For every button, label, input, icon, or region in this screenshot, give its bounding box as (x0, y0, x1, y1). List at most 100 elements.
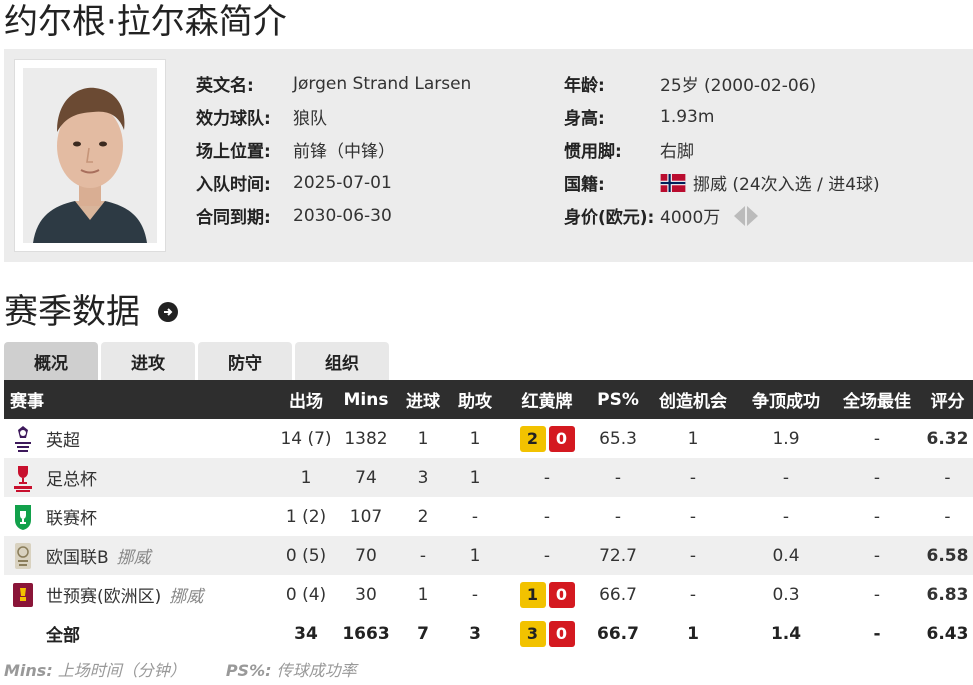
col-header: PS% (590, 380, 646, 419)
arrow-circle-right-icon[interactable] (158, 302, 178, 322)
info-label: 英文名: (196, 76, 254, 96)
cards-cell: - (543, 506, 551, 527)
info-label: 入队时间: (196, 175, 271, 195)
chances-cell: - (646, 536, 740, 575)
comp-name[interactable]: 欧国联B (46, 543, 109, 568)
rating-cell: 6.32 (926, 428, 969, 449)
col-header: 出场 (280, 380, 332, 419)
info-foot: 惯用脚: 右脚 (564, 133, 964, 166)
ps-cell: 66.7 (599, 584, 637, 605)
tab-organization[interactable]: 组织 (295, 342, 389, 380)
chances-cell: 1 (687, 623, 699, 644)
info-value: 1.93m (660, 106, 715, 127)
assists-cell: 3 (469, 623, 481, 644)
motm-cell: - (873, 584, 881, 605)
info-value[interactable]: 狼队 (293, 104, 327, 129)
aerials-cell: 1.4 (770, 623, 802, 644)
ps-cell: 65.3 (599, 428, 637, 449)
goals-cell: - (400, 536, 446, 575)
comp-name[interactable]: 世预赛(欧洲区) (46, 582, 161, 607)
player-photo-frame (14, 59, 166, 252)
apps-cell: 14 (7) (280, 428, 332, 449)
player-photo-image (23, 68, 157, 243)
motm-cell: - (873, 506, 881, 527)
cards-cell: 20 (504, 419, 590, 458)
nations-league-logo-icon (12, 541, 34, 571)
tab-overview[interactable]: 概况 (4, 342, 98, 380)
rating-cell: - (922, 458, 973, 497)
profile-info-left: 英文名: Jørgen Strand Larsen 效力球队: 狼队 场上位置:… (196, 67, 546, 232)
yellow-card-badge: 2 (519, 425, 546, 452)
comp-name[interactable]: 联赛杯 (46, 504, 97, 529)
info-label: 惯用脚: (564, 142, 622, 162)
season-stats-title: 赛季数据 (4, 290, 178, 334)
info-label: 身高: (564, 109, 605, 129)
comp-name[interactable]: 足总杯 (46, 465, 97, 490)
rating-cell: 6.43 (926, 623, 969, 644)
comp-team: 挪威 (169, 587, 204, 607)
arrow-left-icon (734, 205, 746, 226)
info-contract-end: 合同到期: 2030-06-30 (196, 199, 546, 232)
goals-cell: 2 (417, 506, 429, 527)
fa-cup-logo-icon (12, 463, 34, 493)
value-trend-icon[interactable] (734, 205, 759, 226)
profile-info-right: 年龄: 25岁 (2000-02-06) 身高: 1.93m 惯用脚: 右脚 国… (564, 67, 964, 232)
aerials-cell: - (740, 458, 832, 497)
premier-league-logo-icon (12, 424, 34, 454)
stats-tabs: 概况 进攻 防守 组织 (4, 342, 392, 380)
info-value: 右脚 (660, 142, 694, 162)
yellow-card-badge: 3 (519, 620, 546, 647)
motm-cell: - (832, 536, 922, 575)
comp-cell: 联赛杯 (4, 497, 280, 536)
goals-cell: 1 (417, 428, 429, 449)
aerials-cell: - (782, 506, 790, 527)
comp-logo-spacer (12, 619, 34, 649)
col-header: Mins (332, 380, 400, 419)
red-card-badge: 0 (548, 581, 575, 608)
info-value: Jørgen Strand Larsen (293, 73, 472, 94)
cards-cell: 10 (504, 575, 590, 614)
motm-cell: - (832, 458, 922, 497)
ps-cell: 72.7 (590, 536, 646, 575)
info-label: 合同到期: (196, 208, 271, 228)
col-header: 进球 (400, 380, 446, 419)
apps-cell: 0 (4) (285, 584, 327, 605)
comp-cell: 英超 (4, 419, 280, 458)
footnote-mins-desc: 上场时间（分钟） (52, 661, 186, 680)
tab-attack[interactable]: 进攻 (101, 342, 195, 380)
tab-defense[interactable]: 防守 (198, 342, 292, 380)
info-english-name: 英文名: Jørgen Strand Larsen (196, 67, 546, 100)
footnote-mins-key: Mins: (4, 661, 53, 680)
mins-cell: 30 (355, 584, 377, 605)
col-header: 创造机会 (646, 380, 740, 419)
total-row: 全部 34 1663 7 3 30 66.7 1 1.4 - 6.43 (4, 614, 973, 653)
info-age: 年龄: 25岁 (2000-02-06) (564, 67, 964, 100)
comp-name[interactable]: 英超 (46, 426, 80, 451)
total-label: 全部 (46, 626, 80, 646)
info-height: 身高: 1.93m (564, 100, 964, 133)
info-label: 年龄: (564, 76, 605, 96)
chances-cell: 1 (687, 428, 699, 449)
aerials-cell: 0.4 (740, 536, 832, 575)
world-cup-qualifier-logo-icon (12, 580, 34, 610)
section-title-text: 赛季数据 (4, 292, 140, 332)
col-header: 红黄牌 (504, 380, 590, 419)
arrow-right-icon (747, 205, 759, 226)
cards-cell: - (504, 458, 590, 497)
info-value: 25岁 (2000-02-06) (660, 76, 817, 96)
table-row: 联赛杯 1 (2) 107 2 - - - - - - - (4, 497, 973, 536)
table-row: 世预赛(欧洲区) 挪威 0 (4) 30 1 - 10 66.7 - 0.3 -… (4, 575, 973, 614)
cards-cell: 30 (504, 614, 590, 653)
info-join-date: 入队时间: 2025-07-01 (196, 166, 546, 199)
info-label: 效力球队: (196, 109, 271, 129)
goals-cell: 3 (400, 458, 446, 497)
mins-cell: 1382 (344, 428, 388, 449)
info-value: 挪威 (24次入选 / 进4球) (693, 175, 880, 195)
carabao-cup-logo-icon (12, 502, 34, 532)
profile-panel: 英文名: Jørgen Strand Larsen 效力球队: 狼队 场上位置:… (4, 49, 973, 262)
col-header: 全场最佳 (832, 380, 922, 419)
info-market-value: 身价(欧元): 4000万 (564, 199, 964, 232)
info-value: 2025-07-01 (293, 172, 392, 193)
footnote-ps-desc: 传球成功率 (271, 661, 357, 680)
info-label: 身价(欧元): (564, 208, 655, 228)
